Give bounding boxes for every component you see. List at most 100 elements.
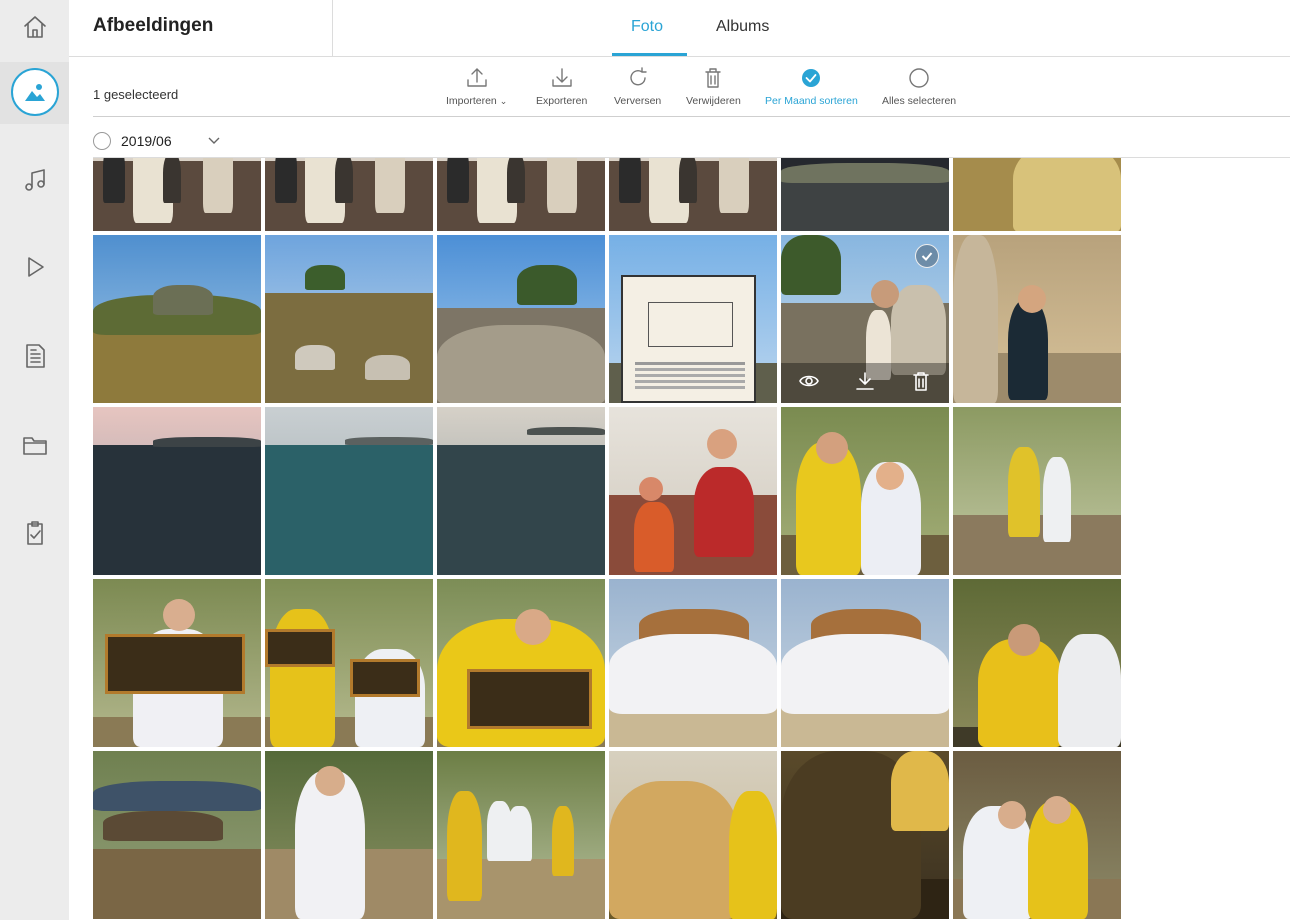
photo-figure bbox=[1008, 300, 1048, 400]
upload-icon bbox=[466, 68, 487, 87]
tab-albums[interactable]: Albums bbox=[716, 18, 769, 36]
photo-ground bbox=[93, 445, 261, 575]
photo-thumbnail[interactable] bbox=[93, 407, 261, 575]
refresh-button[interactable]: Verversen bbox=[614, 66, 661, 107]
photo-ground bbox=[265, 293, 433, 403]
photo-thumbnail[interactable] bbox=[953, 751, 1121, 919]
photo-thumbnail[interactable] bbox=[781, 235, 949, 403]
sidebar-item-folders[interactable] bbox=[0, 415, 69, 475]
select-check-badge[interactable] bbox=[915, 244, 939, 268]
photo-thumbnail[interactable] bbox=[781, 751, 949, 919]
photo-ground bbox=[265, 445, 433, 575]
photo-figure bbox=[1008, 447, 1040, 537]
photo-thumbnail[interactable] bbox=[953, 579, 1121, 747]
sort-by-month-button[interactable]: Per Maand sorteren bbox=[765, 66, 858, 107]
photo-thumbnail[interactable] bbox=[609, 235, 777, 403]
sidebar-item-video[interactable] bbox=[0, 237, 69, 297]
info-sign-board bbox=[621, 275, 756, 403]
clipboard-check-icon bbox=[26, 521, 43, 545]
play-icon bbox=[27, 257, 44, 277]
photo-head bbox=[315, 766, 345, 796]
eye-icon bbox=[799, 375, 819, 386]
check-circle-icon bbox=[802, 69, 821, 87]
photo-figure bbox=[335, 158, 353, 203]
photo-thumbnail[interactable] bbox=[781, 158, 949, 231]
sidebar-item-images[interactable] bbox=[0, 62, 69, 122]
photo-figure bbox=[527, 427, 605, 435]
view-photo-button[interactable] bbox=[798, 370, 820, 397]
photo-thumbnail[interactable] bbox=[609, 751, 777, 919]
photo-thumbnail[interactable] bbox=[93, 579, 261, 747]
photo-head bbox=[515, 609, 551, 645]
honey-frame bbox=[265, 629, 335, 667]
photo-thumbnail[interactable] bbox=[953, 235, 1121, 403]
download-photo-button[interactable] bbox=[854, 370, 876, 397]
photo-thumbnail[interactable] bbox=[265, 579, 433, 747]
photo-thumbnail[interactable] bbox=[781, 579, 949, 747]
photo-thumbnail[interactable] bbox=[265, 235, 433, 403]
check-icon bbox=[921, 252, 933, 261]
export-label: Exporteren bbox=[536, 95, 588, 107]
month-select-radio[interactable] bbox=[93, 132, 111, 150]
photo-figure bbox=[552, 806, 574, 876]
delete-label: Verwijderen bbox=[686, 95, 741, 107]
select-all-label: Alles selecteren bbox=[882, 95, 957, 107]
photo-thumbnail[interactable] bbox=[437, 751, 605, 919]
music-icon bbox=[24, 169, 45, 191]
tab-foto[interactable]: Foto bbox=[631, 18, 663, 36]
photo-head bbox=[707, 429, 737, 459]
photo-figure bbox=[295, 345, 335, 370]
photo-thumbnail[interactable] bbox=[609, 158, 777, 231]
photo-figure bbox=[305, 265, 345, 290]
photo-thumbnail[interactable] bbox=[953, 407, 1121, 575]
photo-figure bbox=[729, 791, 777, 919]
photo-action-bar bbox=[781, 363, 949, 403]
photo-thumbnail[interactable] bbox=[781, 407, 949, 575]
photo-figure bbox=[781, 235, 841, 295]
photo-grid-viewport bbox=[93, 158, 1123, 920]
photo-figure bbox=[275, 158, 297, 203]
photo-figure bbox=[507, 158, 525, 203]
delete-photo-button[interactable] bbox=[910, 370, 932, 397]
honey-frame bbox=[350, 659, 420, 697]
sidebar-item-documents[interactable] bbox=[0, 326, 69, 386]
photo-ground bbox=[93, 849, 261, 919]
photo-figure bbox=[1058, 634, 1121, 747]
photo-thumbnail[interactable] bbox=[265, 407, 433, 575]
empty-circle-icon bbox=[909, 68, 929, 88]
photo-thumbnail[interactable] bbox=[437, 235, 605, 403]
photo-thumbnail[interactable] bbox=[93, 235, 261, 403]
photo-thumbnail[interactable] bbox=[953, 158, 1121, 231]
photo-thumbnail[interactable] bbox=[437, 407, 605, 575]
month-label: 2019/06 bbox=[121, 133, 172, 149]
photo-head bbox=[816, 432, 848, 464]
photo-thumbnail[interactable] bbox=[265, 158, 433, 231]
photo-thumbnail[interactable] bbox=[609, 407, 777, 575]
chevron-down-icon[interactable] bbox=[208, 137, 220, 145]
photo-figure bbox=[891, 285, 946, 375]
sidebar-item-home[interactable] bbox=[0, 0, 69, 57]
photo-thumbnail[interactable] bbox=[437, 158, 605, 231]
photo-figure bbox=[634, 502, 674, 572]
sidebar-item-music[interactable] bbox=[0, 150, 69, 210]
photo-thumbnail[interactable] bbox=[93, 751, 261, 919]
select-all-button[interactable]: Alles selecteren bbox=[882, 66, 956, 107]
photo-head bbox=[1043, 796, 1071, 824]
photo-figure bbox=[609, 634, 777, 714]
photo-thumbnail[interactable] bbox=[93, 158, 261, 231]
export-button[interactable]: Exporteren bbox=[536, 66, 587, 107]
photo-thumbnail[interactable] bbox=[265, 751, 433, 919]
sort-label: Per Maand sorteren bbox=[765, 95, 858, 107]
photo-thumbnail[interactable] bbox=[437, 579, 605, 747]
title-divider bbox=[332, 0, 333, 56]
photo-head bbox=[163, 599, 195, 631]
sidebar-item-tasks[interactable] bbox=[0, 502, 69, 562]
photo-thumbnail[interactable] bbox=[609, 579, 777, 747]
refresh-label: Verversen bbox=[614, 95, 662, 107]
photo-figure bbox=[447, 791, 482, 901]
active-circle bbox=[10, 68, 59, 116]
delete-button[interactable]: Verwijderen bbox=[686, 66, 741, 107]
sign-temple-drawing bbox=[648, 302, 733, 347]
import-button[interactable]: Importeren ⌄ bbox=[446, 66, 507, 107]
photo-head bbox=[1018, 285, 1046, 313]
